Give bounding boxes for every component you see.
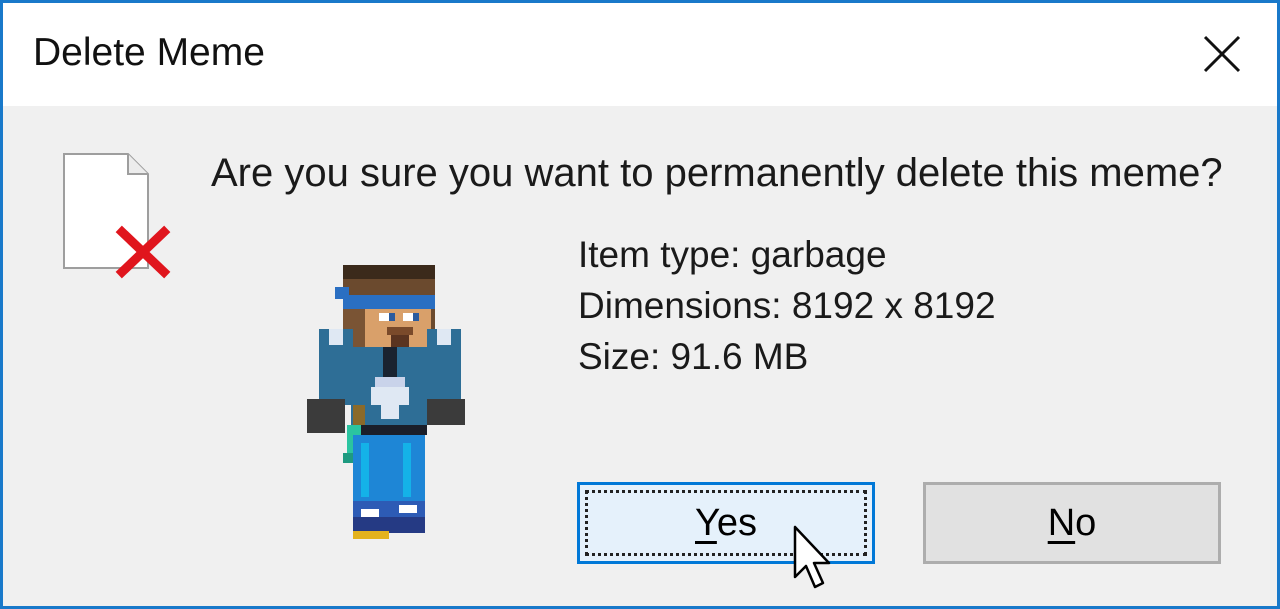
item-size: Size: 91.6 MB — [578, 336, 809, 377]
file-delete-icon — [63, 153, 171, 279]
close-button[interactable] — [1187, 19, 1257, 89]
close-icon — [1203, 35, 1241, 73]
delete-dialog: Delete Meme Are you sure you want to per… — [0, 0, 1280, 609]
no-mnemonic: N — [1047, 501, 1076, 544]
item-details: Item type: garbage Dimensions: 8192 x 81… — [578, 229, 996, 382]
item-dimensions: Dimensions: 8192 x 8192 — [578, 285, 996, 326]
dialog-title: Delete Meme — [33, 31, 265, 74]
no-button-label: No — [1048, 502, 1097, 545]
no-label-rest: o — [1075, 501, 1097, 544]
item-type: Item type: garbage — [578, 234, 887, 275]
minecraft-character-image — [307, 265, 465, 539]
mouse-pointer-icon — [793, 525, 831, 589]
confirmation-question: Are you sure you want to permanently del… — [211, 151, 1223, 195]
no-button[interactable]: No — [923, 482, 1221, 564]
title-bar: Delete Meme — [3, 3, 1277, 106]
